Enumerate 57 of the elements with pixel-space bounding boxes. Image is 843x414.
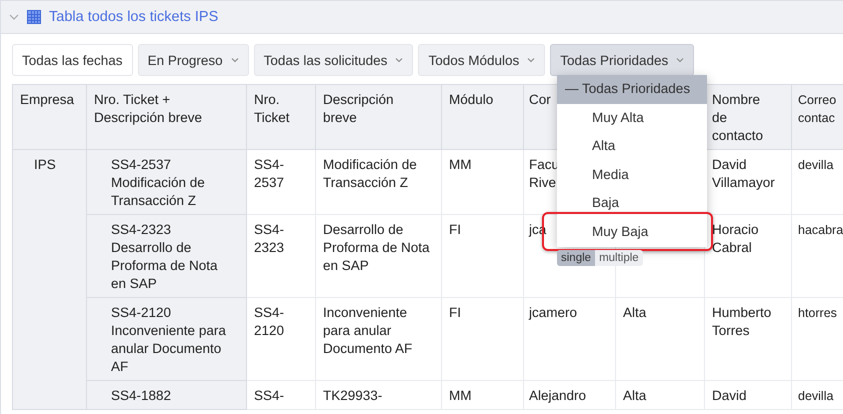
menu-item[interactable]: Muy Baja — [557, 218, 707, 247]
column-header: Empresa — [20, 92, 74, 107]
caret-icon — [230, 57, 239, 63]
table-icon — [27, 10, 41, 24]
menu-item[interactable]: — Todas Prioridades — [557, 75, 707, 104]
table-cell: SS4-2120 Inconveniente para anular Documento AF — [111, 305, 226, 374]
filter-button[interactable]: En Progreso — [138, 44, 249, 76]
column-header: Módulo — [449, 92, 494, 107]
table-cell: Horacio Cabral — [712, 222, 759, 255]
filter-button[interactable]: Todos Módulos — [418, 44, 546, 76]
column-header: Cor — [529, 92, 551, 107]
table-cell: Modificación de Transacción Z — [323, 157, 417, 190]
table-cell: TK29933- — [323, 388, 382, 403]
table-cell: MM — [449, 388, 472, 403]
column-header: Correo contac — [798, 93, 836, 125]
group-label: IPS — [34, 157, 56, 172]
table-cell: SS4-1882 — [111, 388, 172, 403]
table-cell: SS4-2537 — [254, 157, 284, 190]
table-cell: Desarrollo de Proforma de Nota en SAP — [323, 222, 430, 273]
table-cell: MM — [449, 157, 472, 172]
table-cell: Inconveniente para anular Documento AF — [323, 305, 412, 356]
table-cell: devilla — [798, 389, 834, 403]
caret-icon — [527, 57, 536, 63]
table-cell: Humberto Torres — [712, 305, 772, 338]
mode-toggle[interactable]: single — [557, 250, 596, 266]
table-cell: David — [712, 388, 747, 403]
table-cell: SS4-2537 Modificación de Transacción Z — [111, 157, 205, 208]
table-cell: SS4-2323 Desarrollo de Proforma de Nota en SAP — [111, 222, 218, 291]
menu-item[interactable]: Media — [557, 160, 707, 190]
collapse-chevron-icon[interactable] — [9, 12, 19, 22]
table-cell: devilla — [798, 158, 834, 172]
panel-title[interactable]: Tabla todos los tickets IPS — [49, 9, 218, 25]
column-header: Nro. Ticket + Descripción breve — [94, 92, 202, 125]
table-cell: Alta — [623, 388, 646, 403]
table-cell: jcamero — [529, 305, 578, 320]
table-cell: Alejandro — [529, 388, 586, 403]
table-cell: SS4-2323 — [254, 222, 284, 255]
column-header: Nro. Ticket — [254, 92, 290, 125]
table-cell: FI — [449, 222, 461, 237]
caret-icon — [676, 57, 684, 63]
column-header: Descripción breve — [323, 92, 394, 125]
mode-toggle[interactable]: multiple — [595, 250, 643, 266]
table-cell: David Villamayor — [712, 157, 775, 190]
filter-button[interactable]: Todas Prioridades — [550, 44, 694, 76]
table-cell: FI — [449, 305, 461, 320]
filter-button[interactable]: Todas las solicitudes — [254, 44, 414, 76]
table-cell: SS4- — [254, 388, 284, 403]
menu-item[interactable]: Baja — [557, 189, 707, 218]
caret-icon — [395, 57, 404, 63]
column-header: Nombre de contacto — [712, 92, 764, 143]
table-cell: htorres — [798, 306, 837, 320]
table-cell: SS4-2120 — [254, 305, 284, 338]
table-cell: hacabra — [798, 223, 843, 237]
menu-item[interactable]: Alta — [557, 132, 707, 161]
menu-item[interactable]: Muy Alta — [557, 104, 707, 132]
filter-button[interactable]: Todas las fechas — [12, 44, 133, 76]
table-cell: Alta — [623, 305, 646, 320]
